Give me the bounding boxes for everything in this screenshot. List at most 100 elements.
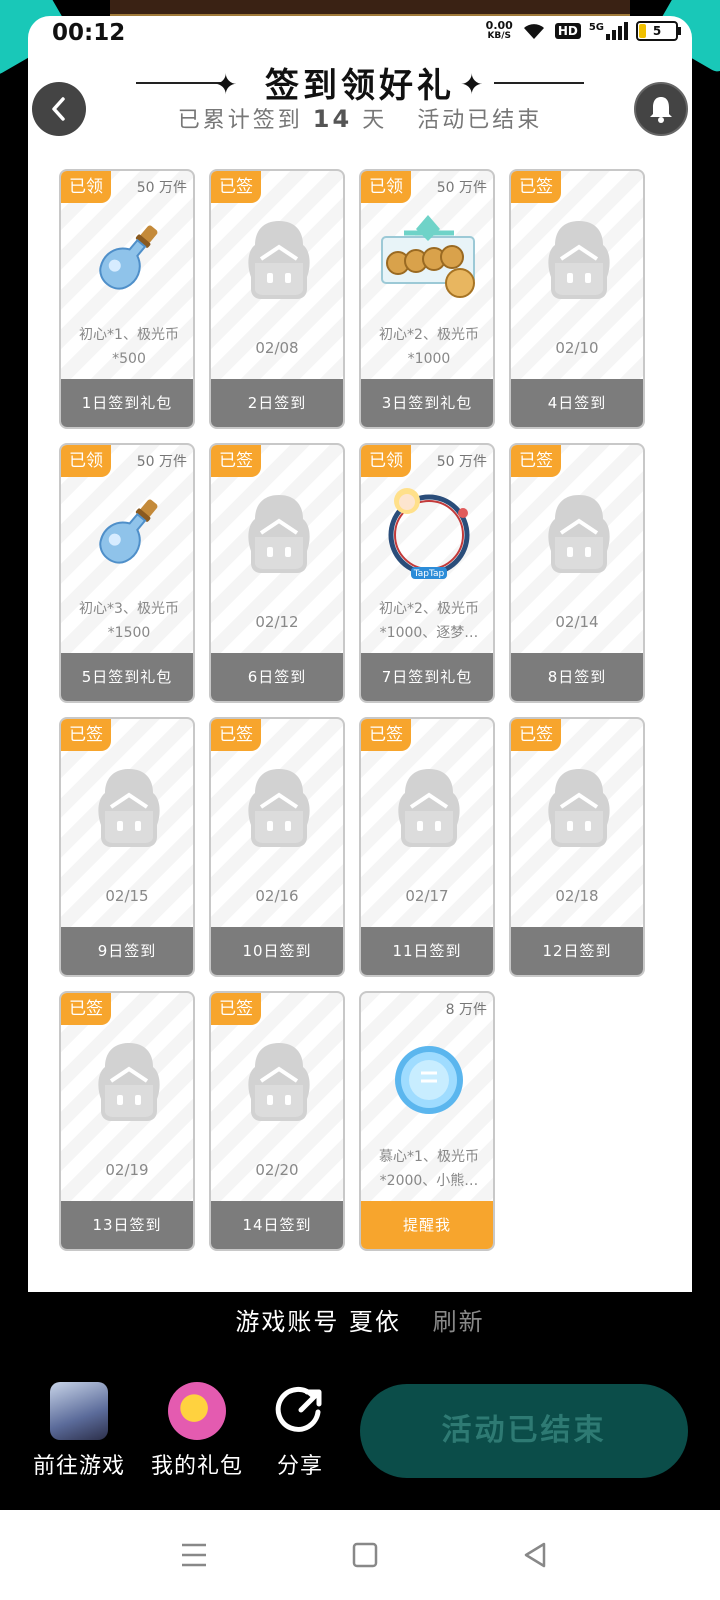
placeholder-avatar-icon xyxy=(241,763,317,849)
chevron-left-icon xyxy=(52,97,65,121)
signin-card[interactable]: 已签 02/08 2日签到 xyxy=(209,169,345,429)
menu-icon[interactable] xyxy=(180,1542,208,1568)
card-footer-label: 13日签到 xyxy=(61,1201,193,1249)
activity-ended-button[interactable]: 活动已结束 xyxy=(360,1384,688,1478)
card-footer-label: 14日签到 xyxy=(211,1201,343,1249)
card-footer-label: 7日签到礼包 xyxy=(361,653,493,701)
status-time: 00:12 xyxy=(52,20,126,46)
status-badge: 已领 xyxy=(61,171,111,203)
hd-icon: HD xyxy=(554,23,581,39)
placeholder-avatar-icon xyxy=(541,489,617,575)
avatar-frame-icon: TapTap xyxy=(388,488,470,579)
reward-description: 慕心*1、极光币*2000、小熊… xyxy=(379,1149,479,1189)
system-nav-bar xyxy=(0,1510,720,1600)
signin-card[interactable]: 已签 02/12 6日签到 xyxy=(209,443,345,703)
stock-count: 50 万件 xyxy=(136,454,187,470)
status-badge: 已签 xyxy=(511,445,561,477)
status-badge: 已签 xyxy=(361,719,411,751)
signin-card[interactable]: 已签 02/10 4日签到 xyxy=(509,169,645,429)
signin-date: 02/20 xyxy=(255,1161,299,1179)
status-badge: 已签 xyxy=(61,993,111,1025)
signin-card[interactable]: 已领 50 万件初心*3、极光币*1500 5日签到礼包 xyxy=(59,443,195,703)
svg-text:TapTap: TapTap xyxy=(413,569,445,579)
placeholder-avatar-icon xyxy=(91,1037,167,1123)
reminder-button[interactable] xyxy=(634,82,688,136)
banner-decoration xyxy=(110,0,630,16)
blue-coin-icon xyxy=(391,1037,467,1123)
card-footer-label: 6日签到 xyxy=(211,653,343,701)
signin-panel: 00:12 0.00 KB/S HD 5G 5 ✦ 签到领好礼 ✦ 已累计签到 … xyxy=(28,16,692,1292)
placeholder-avatar-icon xyxy=(241,215,317,301)
page-title-row: ✦ 签到领好礼 ✦ xyxy=(28,52,692,106)
battery-icon: 5 xyxy=(636,21,681,41)
signal-icon: 5G xyxy=(589,22,628,40)
reward-description: 初心*2、极光币*1000、逐梦… xyxy=(379,601,479,641)
signin-date: 02/08 xyxy=(255,339,299,357)
placeholder-avatar-icon xyxy=(541,215,617,301)
bell-icon xyxy=(650,97,672,123)
go-game-button[interactable]: 前往游戏 xyxy=(32,1382,126,1480)
card-footer-label: 4日签到 xyxy=(511,379,643,427)
signin-date: 02/16 xyxy=(255,887,299,905)
refresh-button[interactable]: 刷新 xyxy=(433,1308,485,1336)
back-button[interactable] xyxy=(32,82,86,136)
status-badge: 已签 xyxy=(511,719,561,751)
placeholder-avatar-icon xyxy=(241,489,317,575)
placeholder-avatar-icon xyxy=(391,763,467,849)
bottom-bar: 游戏账号 夏依 刷新 前往游戏 我的礼包 分享 活动已结束 xyxy=(0,1292,720,1510)
remind-me-button[interactable]: 提醒我 xyxy=(361,1201,493,1249)
placeholder-avatar-icon xyxy=(541,763,617,849)
signin-card[interactable]: 已签 02/20 14日签到 xyxy=(209,991,345,1251)
signin-card[interactable]: 已签 02/16 10日签到 xyxy=(209,717,345,977)
my-gifts-button[interactable]: 我的礼包 xyxy=(150,1382,244,1480)
stock-count: 50 万件 xyxy=(436,454,487,470)
signin-card[interactable]: 已领 50 万件 TapTap 初心*2、极光币*1000、逐梦… 7日签到礼包 xyxy=(359,443,495,703)
activity-status: 活动已结束 xyxy=(417,108,543,133)
status-badge: 已签 xyxy=(211,445,261,477)
status-badge: 已签 xyxy=(511,171,561,203)
stock-count: 8 万件 xyxy=(445,1002,487,1018)
signin-card[interactable]: 已签 02/15 9日签到 xyxy=(59,717,195,977)
card-footer-label: 11日签到 xyxy=(361,927,493,975)
gift-avatar-icon xyxy=(168,1382,226,1440)
status-bar: 00:12 0.00 KB/S HD 5G 5 xyxy=(28,16,692,52)
signin-date: 02/18 xyxy=(555,887,599,905)
placeholder-avatar-icon xyxy=(91,763,167,849)
share-button[interactable]: 分享 xyxy=(268,1382,332,1480)
account-name: 夏依 xyxy=(349,1308,401,1336)
signin-card[interactable]: 已签 02/14 8日签到 xyxy=(509,443,645,703)
status-badge: 已签 xyxy=(211,719,261,751)
card-footer-label: 10日签到 xyxy=(211,927,343,975)
status-badge: 已签 xyxy=(211,993,261,1025)
placeholder-avatar-icon xyxy=(241,1037,317,1123)
signin-card[interactable]: 已签 02/17 11日签到 xyxy=(359,717,495,977)
signin-card[interactable]: 已领 50 万件 初心*2、极光币*1000 3日签到礼包 xyxy=(359,169,495,429)
signin-date: 02/14 xyxy=(555,613,599,631)
status-badge: 已领 xyxy=(361,445,411,477)
signin-date: 02/15 xyxy=(105,887,149,905)
signin-date: 02/12 xyxy=(255,613,299,631)
page-title: 签到领好礼 xyxy=(265,66,455,106)
card-footer-label: 12日签到 xyxy=(511,927,643,975)
home-icon[interactable] xyxy=(352,1542,378,1568)
signin-card[interactable]: 已签 02/19 13日签到 xyxy=(59,991,195,1251)
reward-description: 初心*2、极光币*1000 xyxy=(379,327,479,367)
signin-date: 02/10 xyxy=(555,339,599,357)
signin-date: 02/17 xyxy=(405,887,449,905)
signin-date: 02/19 xyxy=(105,1161,149,1179)
network-speed: 0.00 KB/S xyxy=(485,19,513,41)
back-triangle-icon[interactable] xyxy=(522,1542,548,1568)
card-footer-label: 5日签到礼包 xyxy=(61,653,193,701)
reward-description: 初心*1、极光币*500 xyxy=(79,327,179,367)
card-footer-label: 3日签到礼包 xyxy=(361,379,493,427)
signin-card[interactable]: 8 万件慕心*1、极光币*2000、小熊… 提醒我 xyxy=(359,991,495,1251)
star-icon: ✦ xyxy=(460,68,484,101)
signin-card[interactable]: 已签 02/18 12日签到 xyxy=(509,717,645,977)
status-badge: 已签 xyxy=(211,171,261,203)
account-row: 游戏账号 夏依 刷新 xyxy=(235,1308,485,1336)
wifi-icon xyxy=(523,24,544,39)
reward-description: 初心*3、极光币*1500 xyxy=(79,601,179,641)
status-badge: 已领 xyxy=(361,171,411,203)
signin-card[interactable]: 已领 50 万件 初心*1、极光币*500 1日签到礼包 xyxy=(59,169,195,429)
status-badge: 已领 xyxy=(61,445,111,477)
